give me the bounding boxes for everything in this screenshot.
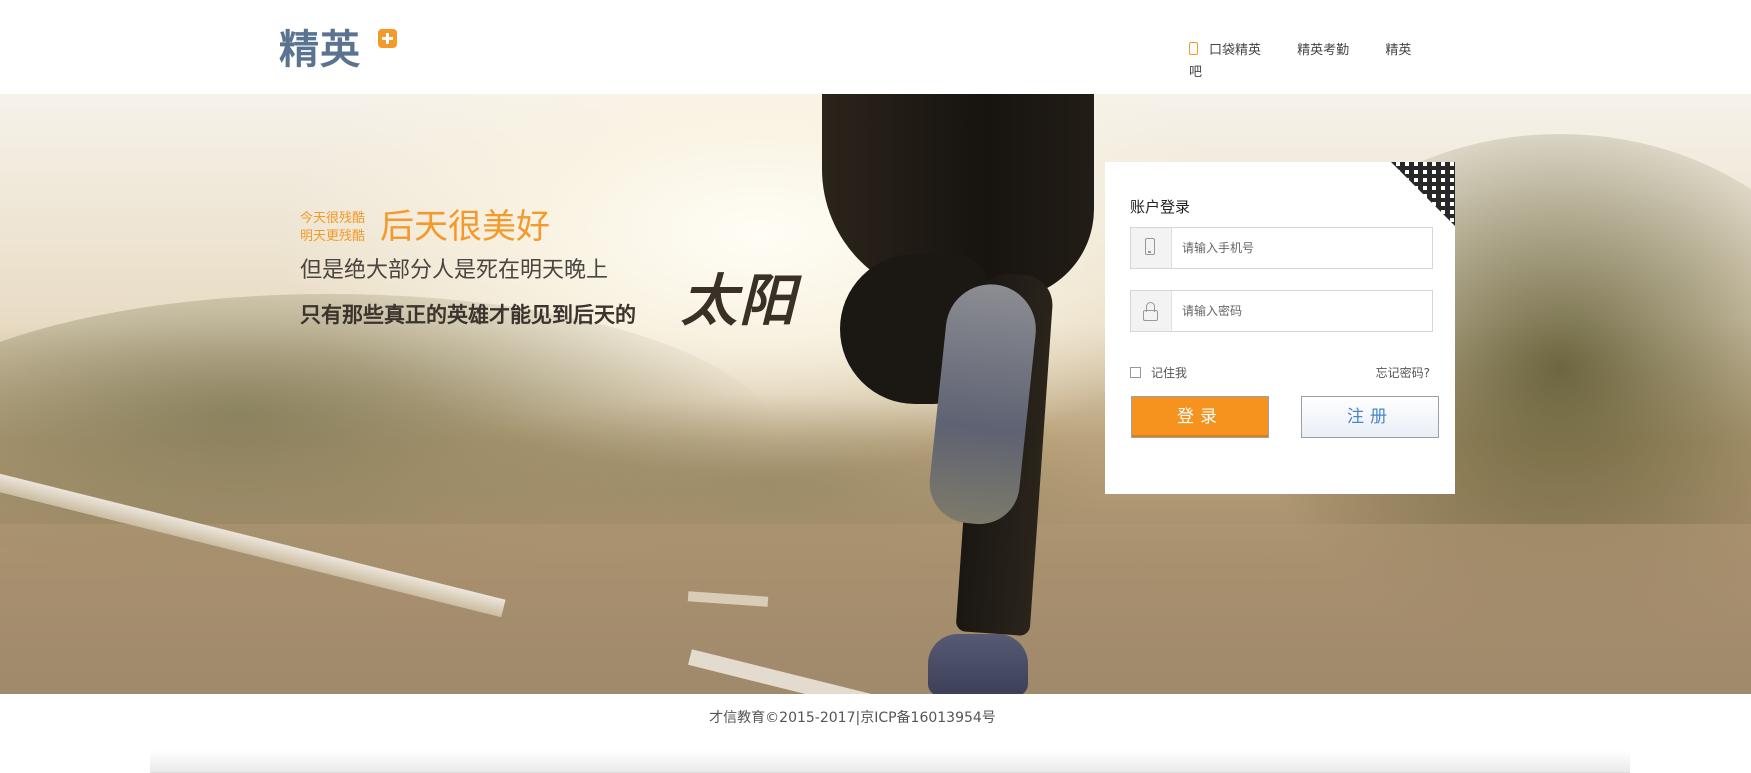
login-title: 账户登录 <box>1130 198 1191 216</box>
login-button[interactable]: 登录 <box>1131 396 1269 438</box>
logo-text: 精英 <box>279 27 361 73</box>
slogan-small-line-2: 明天更残酷 <box>300 229 366 244</box>
logo-plus-icon <box>378 29 397 48</box>
phone-field <box>1130 227 1433 269</box>
remember-me-label: 记住我 <box>1151 366 1188 380</box>
nav-item-label: 精英考勤 <box>1297 43 1350 58</box>
password-field-icon <box>1131 291 1172 331</box>
nav-item-label: 口袋精英 <box>1209 43 1262 58</box>
remember-me[interactable]: 记住我 <box>1130 365 1187 381</box>
remember-me-checkbox[interactable] <box>1130 367 1141 378</box>
slogan-headline: 后天很美好 <box>380 207 550 247</box>
forgot-password-link[interactable]: 忘记密码? <box>1376 365 1430 381</box>
login-panel: 账户登录 记住我 忘记密码? 登录 注册 <box>1105 162 1455 494</box>
phone-input[interactable] <box>1172 228 1430 268</box>
runner-shoe-front <box>928 634 1028 694</box>
qr-code-icon[interactable] <box>1391 162 1455 226</box>
lock-icon-body <box>1143 310 1158 321</box>
slogan-small-text: 今天很残酷 明天更残酷 <box>300 210 380 246</box>
password-input[interactable] <box>1172 291 1430 331</box>
nav-item-attendance[interactable]: 精英考勤 <box>1297 43 1349 58</box>
register-button[interactable]: 注册 <box>1301 396 1439 438</box>
footer-divider <box>150 750 1630 773</box>
password-field <box>1130 290 1433 332</box>
site-header: 精英 口袋精英 精英考勤 精英吧 <box>0 0 1751 94</box>
nav-item-pocket[interactable]: 口袋精英 <box>1189 42 1262 58</box>
slogan-brush-text: 太阳 <box>681 268 797 334</box>
top-nav: 口袋精英 精英考勤 精英吧 <box>1189 40 1419 84</box>
site-logo[interactable]: 精英 <box>279 26 397 74</box>
slogan-line-3: 只有那些真正的英雄才能见到后天的 <box>300 303 636 327</box>
mobile-phone-icon <box>1189 42 1198 55</box>
slogan-line-2: 但是绝大部分人是死在明天晚上 <box>300 258 609 283</box>
mobile-phone-icon <box>1145 238 1155 255</box>
slogan-small-line-1: 今天很残酷 <box>300 211 366 226</box>
phone-field-icon <box>1131 228 1172 268</box>
footer-copyright: 才信教育©2015-2017|京ICP备16013954号 <box>709 710 996 726</box>
hero-banner: 今天很残酷 明天更残酷 后天很美好 但是绝大部分人是死在明天晚上 只有那些真正的… <box>0 94 1751 694</box>
site-footer: 才信教育©2015-2017|京ICP备16013954号 <box>0 694 1751 773</box>
